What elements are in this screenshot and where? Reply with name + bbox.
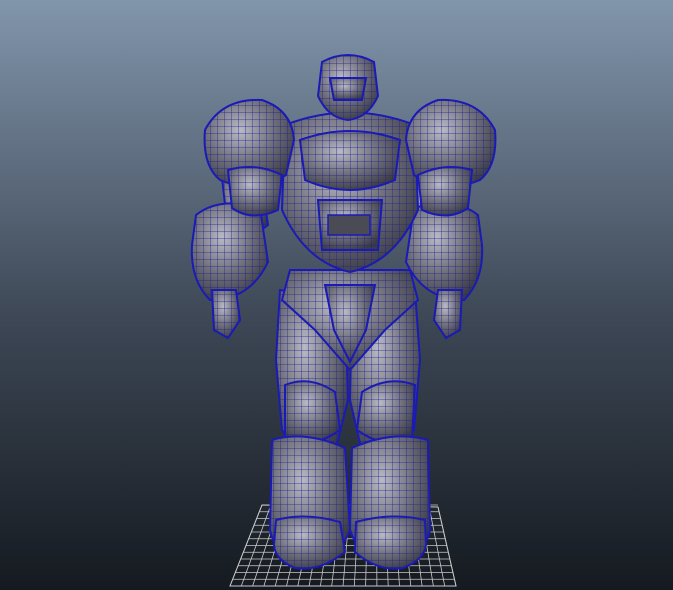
wireframe-overlay (212, 290, 240, 338)
wireframe-overlay (434, 290, 462, 338)
wireframe-overlay (357, 381, 415, 444)
wireframe-overlay (406, 203, 483, 300)
robot-armor-model[interactable] (190, 54, 497, 570)
wireframe-overlay (191, 203, 268, 300)
wireframe-overlay (228, 166, 282, 216)
wireframe-overlay (330, 78, 366, 100)
torso-armor (280, 111, 420, 274)
viewport-scene[interactable] (0, 0, 673, 590)
wireframe-overlay (418, 166, 472, 216)
wireframe-overlay (285, 381, 340, 444)
helmet-head (316, 54, 380, 122)
chest-vent-panel (327, 214, 371, 236)
wireframe-overlay (300, 131, 400, 190)
left-shoulder-pauldron (203, 98, 296, 217)
maya-3d-viewport[interactable] (0, 0, 673, 590)
